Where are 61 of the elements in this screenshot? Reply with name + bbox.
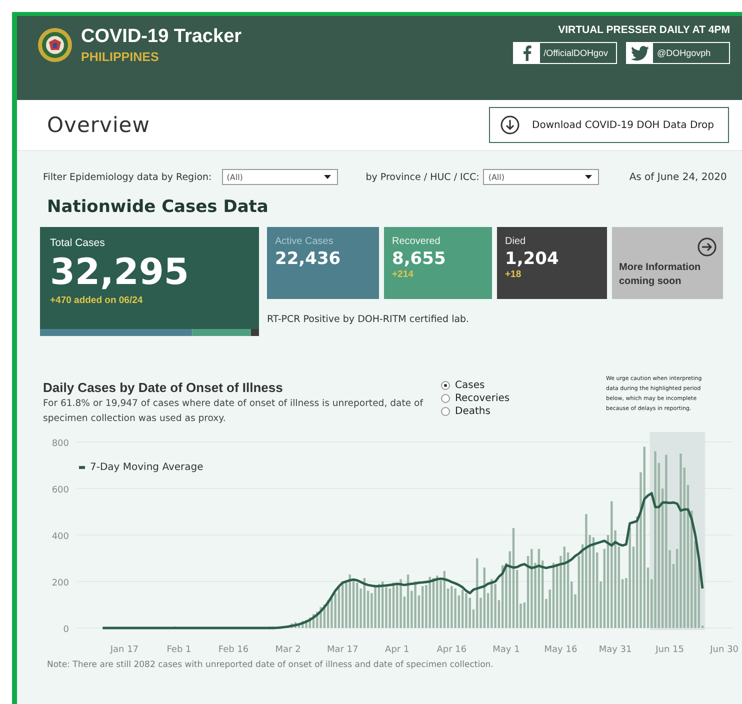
section-title: Nationwide Cases Data bbox=[47, 197, 270, 217]
radio-label[interactable]: Deaths bbox=[455, 406, 490, 417]
x-tick-label: Feb 16 bbox=[218, 645, 249, 655]
x-tick-label: Feb 1 bbox=[166, 645, 192, 655]
radio-label[interactable]: Cases bbox=[455, 380, 485, 391]
seal-logo bbox=[37, 27, 73, 63]
radio-button[interactable] bbox=[441, 394, 450, 403]
bird-icon bbox=[631, 46, 649, 60]
chart-title: Daily Cases by Date of Onset of Illness bbox=[43, 380, 284, 395]
arrow-circle-icon bbox=[697, 237, 717, 257]
chart-note: Note: There are still 2082 cases with unreported date of onset of illness and date of specimen collection. bbox=[47, 660, 494, 670]
caret-icon bbox=[585, 175, 592, 179]
x-tick-label: Jun 15 bbox=[656, 645, 684, 655]
radio-label[interactable]: Recoveries bbox=[455, 393, 510, 404]
x-tick-label: Mar 17 bbox=[326, 645, 358, 655]
card-value: 32,295 bbox=[50, 251, 190, 295]
chart-subtitle: For 61.8% or 19,947 of cases where date of onset of illness is unreported, date of specimen collection was used as proxy. bbox=[43, 397, 424, 426]
filter-label: Filter Epidemiology data by Region: bbox=[43, 172, 212, 182]
stats-note: RT-PCR Positive by DOH-RITM certified lab. bbox=[267, 314, 470, 325]
facebook-icon bbox=[522, 45, 532, 61]
card-change: +470 added on 06/24 bbox=[50, 295, 144, 306]
legend-label: 7-Day Moving Average bbox=[90, 462, 204, 473]
download-button[interactable]: Download COVID-19 DOH Data Drop bbox=[489, 107, 729, 143]
card-value: 22,436 bbox=[275, 249, 342, 269]
as-of-date: As of June 24, 2020 bbox=[629, 172, 727, 182]
download-icon bbox=[500, 115, 520, 135]
x-tick-label: May 1 bbox=[492, 645, 520, 655]
card-label: Active Cases bbox=[275, 236, 334, 247]
card-label: Total Cases bbox=[50, 237, 106, 249]
y-tick-label: 0 bbox=[63, 625, 69, 635]
card-change: +18 bbox=[505, 269, 522, 280]
filter-dropdown[interactable]: (All) bbox=[483, 169, 600, 185]
y-tick-label: 600 bbox=[52, 486, 69, 496]
social-link[interactable]: @DOHgovph bbox=[626, 42, 730, 64]
filter-dropdown[interactable]: (All) bbox=[222, 169, 338, 185]
card-value: 1,204 bbox=[505, 249, 560, 269]
presser-text: VIRTUAL PRESSER DAILY AT 4PM bbox=[558, 24, 730, 36]
social-link[interactable]: /OfficialDOHgov bbox=[512, 42, 617, 64]
card-label: Recovered bbox=[392, 236, 442, 247]
card-value: 8,655 bbox=[392, 249, 447, 269]
radio-button[interactable] bbox=[441, 381, 450, 390]
x-tick-label: Mar 2 bbox=[275, 645, 301, 655]
x-tick-label: May 16 bbox=[544, 645, 578, 655]
info-text: More Information coming soon bbox=[619, 261, 702, 289]
legend-swatch bbox=[79, 466, 85, 469]
caret-icon bbox=[324, 175, 331, 179]
x-tick-label: May 31 bbox=[598, 645, 632, 655]
radio-button[interactable] bbox=[441, 407, 450, 416]
y-tick-label: 800 bbox=[52, 439, 69, 449]
x-tick-label: Apr 16 bbox=[436, 645, 467, 655]
y-tick-label: 200 bbox=[52, 578, 69, 588]
app-subtitle: PHILIPPINES bbox=[81, 50, 160, 64]
page-title: Overview bbox=[47, 113, 150, 137]
card-change: +214 bbox=[392, 269, 414, 280]
app-title: COVID-19 Tracker bbox=[81, 26, 242, 48]
filter-label: by Province / HUC / ICC: bbox=[366, 172, 480, 182]
x-tick-label: Jun 30 bbox=[710, 645, 739, 655]
x-tick-label: Jan 17 bbox=[110, 645, 139, 655]
card-label: Died bbox=[505, 236, 527, 247]
y-tick-label: 400 bbox=[52, 532, 69, 542]
x-tick-label: Apr 1 bbox=[385, 645, 410, 655]
